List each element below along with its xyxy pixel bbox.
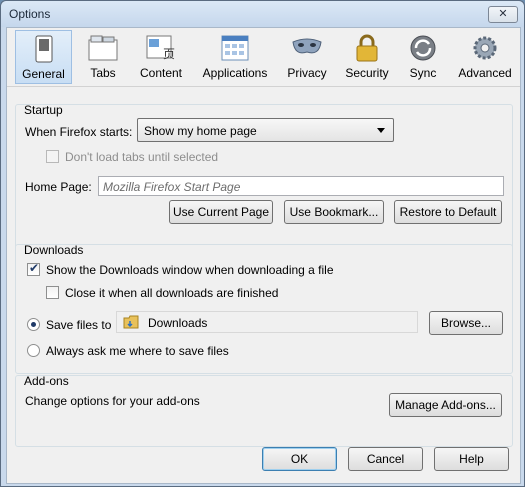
addons-description: Change options for your add-ons xyxy=(25,394,200,408)
tab-applications[interactable]: Applications xyxy=(195,30,275,84)
gear-icon xyxy=(473,36,497,60)
tab-sync[interactable]: Sync xyxy=(399,30,447,84)
options-window: Options ✕ General Tabs 页 Content Applica… xyxy=(0,0,525,487)
tab-advanced[interactable]: Advanced xyxy=(453,30,517,84)
browse-button[interactable]: Browse... xyxy=(429,311,503,335)
content-icon: 页 xyxy=(146,35,175,61)
tab-label: Content xyxy=(139,66,183,80)
manage-addons-button[interactable]: Manage Add-ons... xyxy=(389,393,502,417)
restore-default-button[interactable]: Restore to Default xyxy=(394,200,502,224)
always-ask-radio[interactable] xyxy=(27,344,40,357)
tab-privacy[interactable]: Privacy xyxy=(281,30,333,84)
switch-icon xyxy=(35,35,52,63)
category-toolbar: General Tabs 页 Content Applications Priv… xyxy=(7,28,520,87)
window-title: Options xyxy=(9,7,51,21)
addons-group: Add-ons Change options for your add-ons … xyxy=(15,374,513,447)
tab-label: Security xyxy=(345,66,389,80)
tab-label: Advanced xyxy=(458,66,512,80)
save-folder-name: Downloads xyxy=(148,316,208,330)
close-when-finished-checkbox[interactable] xyxy=(46,286,59,299)
show-downloads-label: Show the Downloads window when downloadi… xyxy=(46,263,334,277)
show-downloads-checkbox[interactable]: ✔ xyxy=(27,261,40,276)
tabs-icon xyxy=(88,35,118,61)
always-ask-label: Always ask me where to save files xyxy=(46,344,229,358)
when-starts-value: Show my home page xyxy=(144,124,257,138)
tab-label: Applications xyxy=(202,66,268,80)
tab-label: Privacy xyxy=(287,66,327,80)
startup-group: Startup When Firefox starts: Show my hom… xyxy=(15,103,513,254)
use-current-page-button[interactable]: Use Current Page xyxy=(169,200,273,224)
home-page-placeholder: Mozilla Firefox Start Page xyxy=(103,180,241,194)
tab-content[interactable]: 页 Content xyxy=(135,30,187,84)
tab-tabs[interactable]: Tabs xyxy=(77,30,129,84)
close-button[interactable]: ✕ xyxy=(488,6,518,23)
tab-label: Sync xyxy=(409,66,437,80)
folder-icon xyxy=(123,315,139,329)
title-bar[interactable]: Options ✕ xyxy=(1,1,524,27)
ok-button[interactable]: OK xyxy=(262,447,337,471)
save-files-radio[interactable] xyxy=(27,318,40,331)
use-bookmark-button[interactable]: Use Bookmark... xyxy=(284,200,384,224)
when-starts-label: When Firefox starts: xyxy=(25,125,133,139)
save-folder-field: Downloads xyxy=(116,311,418,333)
svg-text:页: 页 xyxy=(163,47,175,61)
applications-icon xyxy=(221,35,249,61)
dont-load-tabs-checkbox[interactable] xyxy=(46,150,59,163)
startup-title: Startup xyxy=(24,103,63,117)
padlock-icon xyxy=(356,34,378,62)
checkmark-icon: ✔ xyxy=(29,261,40,275)
close-icon: ✕ xyxy=(498,8,508,20)
home-page-input[interactable]: Mozilla Firefox Start Page xyxy=(98,176,504,196)
home-page-label: Home Page: xyxy=(25,180,92,194)
radio-selected-dot xyxy=(31,322,36,327)
tab-security[interactable]: Security xyxy=(339,30,395,84)
addons-title: Add-ons xyxy=(24,374,69,388)
dont-load-tabs-label: Don't load tabs until selected xyxy=(65,150,219,164)
tab-general[interactable]: General xyxy=(15,30,72,84)
close-when-finished-label: Close it when all downloads are finished xyxy=(65,286,279,300)
tab-label: Tabs xyxy=(90,66,116,80)
save-files-label: Save files to xyxy=(46,318,112,332)
sync-icon xyxy=(410,35,436,61)
tab-label: General xyxy=(22,67,65,81)
downloads-group: Downloads ✔ Show the Downloads window wh… xyxy=(15,243,513,374)
downloads-title: Downloads xyxy=(24,243,84,257)
help-button[interactable]: Help xyxy=(434,447,509,471)
mask-icon xyxy=(292,38,322,54)
options-client-area: General Tabs 页 Content Applications Priv… xyxy=(6,27,521,484)
chevron-down-icon xyxy=(377,128,385,133)
when-starts-select[interactable]: Show my home page xyxy=(137,118,394,142)
cancel-button[interactable]: Cancel xyxy=(348,447,423,471)
